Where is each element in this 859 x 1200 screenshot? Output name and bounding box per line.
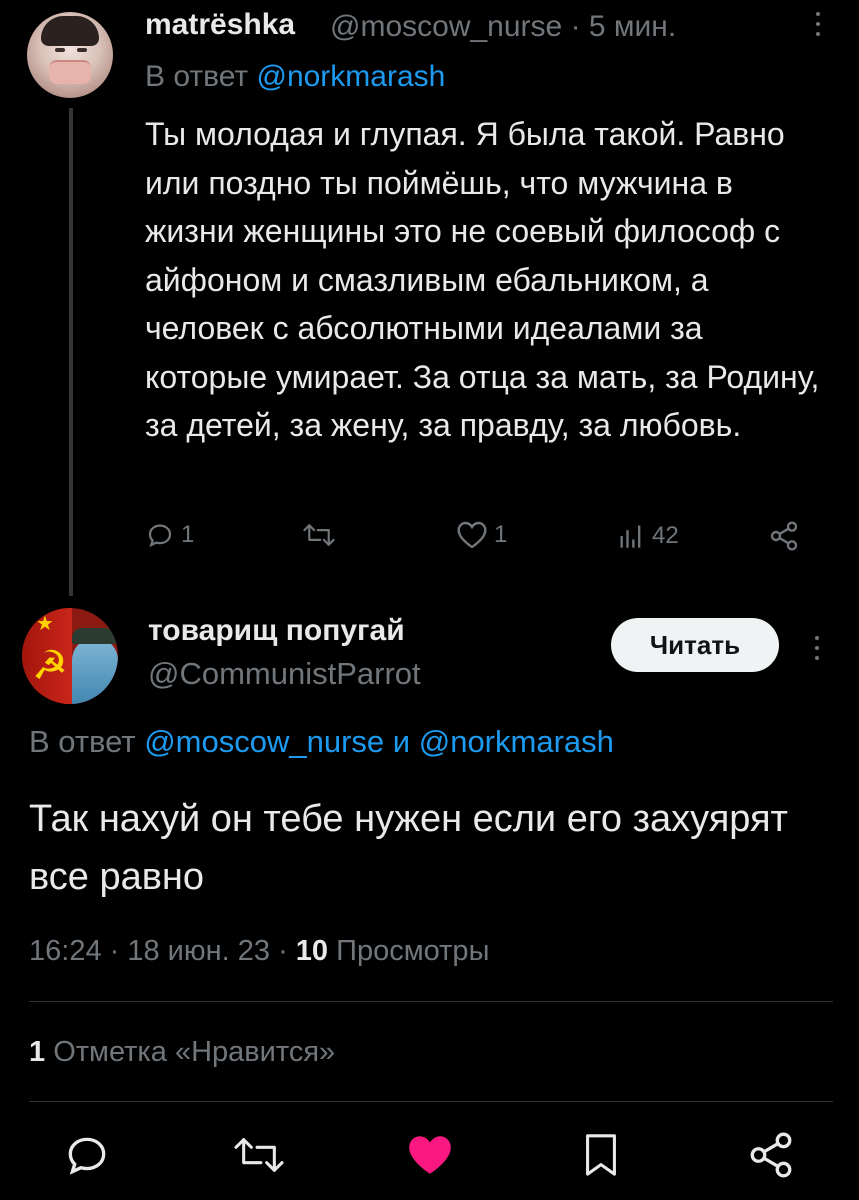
main-like-button[interactable] (405, 1132, 455, 1178)
main-action-bar (0, 1130, 859, 1186)
reply-prefix: В ответ (145, 60, 249, 93)
parent-time[interactable]: 5 мин. (589, 10, 676, 43)
reply-prefix: В ответ (29, 724, 136, 759)
parent-reply-button[interactable]: 1 (145, 520, 194, 550)
parent-views-count: 42 (652, 522, 679, 549)
reply-join: и (392, 724, 411, 759)
parent-share-button[interactable] (768, 520, 800, 552)
like-label: Отметка «Нравится» (53, 1036, 336, 1068)
tweet-time: 16:24 (29, 935, 102, 967)
parent-reply-count: 1 (181, 521, 195, 548)
likes-summary[interactable]: 1 Отметка «Нравится» (29, 1036, 335, 1069)
mention-link-1[interactable]: @moscow_nurse (144, 724, 384, 759)
parent-reply-context: В ответ @norkmarash (145, 60, 445, 94)
tweet-date: 18 июн. 23 (127, 935, 271, 967)
avatar-communist-parrot[interactable]: ★ ☭ (22, 608, 118, 704)
parent-tweet-text: Ты молодая и глупая. Я была такой. Равно… (145, 116, 820, 443)
share-icon (750, 1132, 792, 1178)
share-icon (770, 521, 798, 551)
mention-link[interactable]: @norkmarash (256, 60, 445, 93)
bookmark-icon (586, 1134, 616, 1176)
divider (29, 1101, 833, 1102)
parent-handle[interactable]: @moscow_nurse (330, 10, 562, 43)
parent-meta: @moscow_nurse · 5 мин. (330, 10, 677, 43)
follow-button[interactable]: Читать (611, 618, 779, 672)
parent-action-bar: 1 1 42 (0, 520, 859, 560)
main-share-button[interactable] (746, 1130, 796, 1180)
main-handle[interactable]: @CommunistParrot (148, 656, 421, 692)
views-icon (620, 525, 641, 548)
parent-like-button[interactable]: 1 (456, 520, 507, 550)
like-count: 1 (29, 1036, 46, 1068)
main-reply-button[interactable] (62, 1130, 112, 1180)
main-bookmark-button[interactable] (578, 1130, 624, 1180)
parent-more-icon[interactable] (808, 8, 828, 44)
views-label: Просмотры (336, 935, 490, 967)
main-more-icon[interactable] (807, 632, 827, 668)
parent-views-button[interactable]: 42 (616, 522, 679, 550)
main-tweet-text: Так нахуй он тебе нужен если его захуяря… (29, 798, 788, 898)
reply-icon (148, 524, 172, 548)
heart-filled-icon (409, 1136, 451, 1174)
main-retweet-button[interactable] (232, 1132, 286, 1178)
parent-display-name[interactable]: matrёshka (145, 8, 295, 42)
retweet-icon (234, 1138, 284, 1172)
parent-retweet-button[interactable] (302, 520, 336, 550)
reply-icon (68, 1137, 106, 1175)
retweet-icon (303, 524, 335, 546)
main-reply-context: В ответ @moscow_nurse и @norkmarash (29, 724, 614, 760)
views-count: 10 (295, 935, 329, 967)
heart-icon (457, 521, 487, 549)
avatar-matreshka[interactable] (27, 12, 113, 98)
parent-like-count: 1 (494, 521, 508, 548)
main-display-name[interactable]: товарищ попугай (148, 614, 405, 648)
mention-link-2[interactable]: @norkmarash (419, 724, 614, 759)
divider (29, 1001, 833, 1002)
tweet-timestamp[interactable]: 16:24 · 18 июн. 23 · 10 Просмотры (29, 935, 489, 968)
